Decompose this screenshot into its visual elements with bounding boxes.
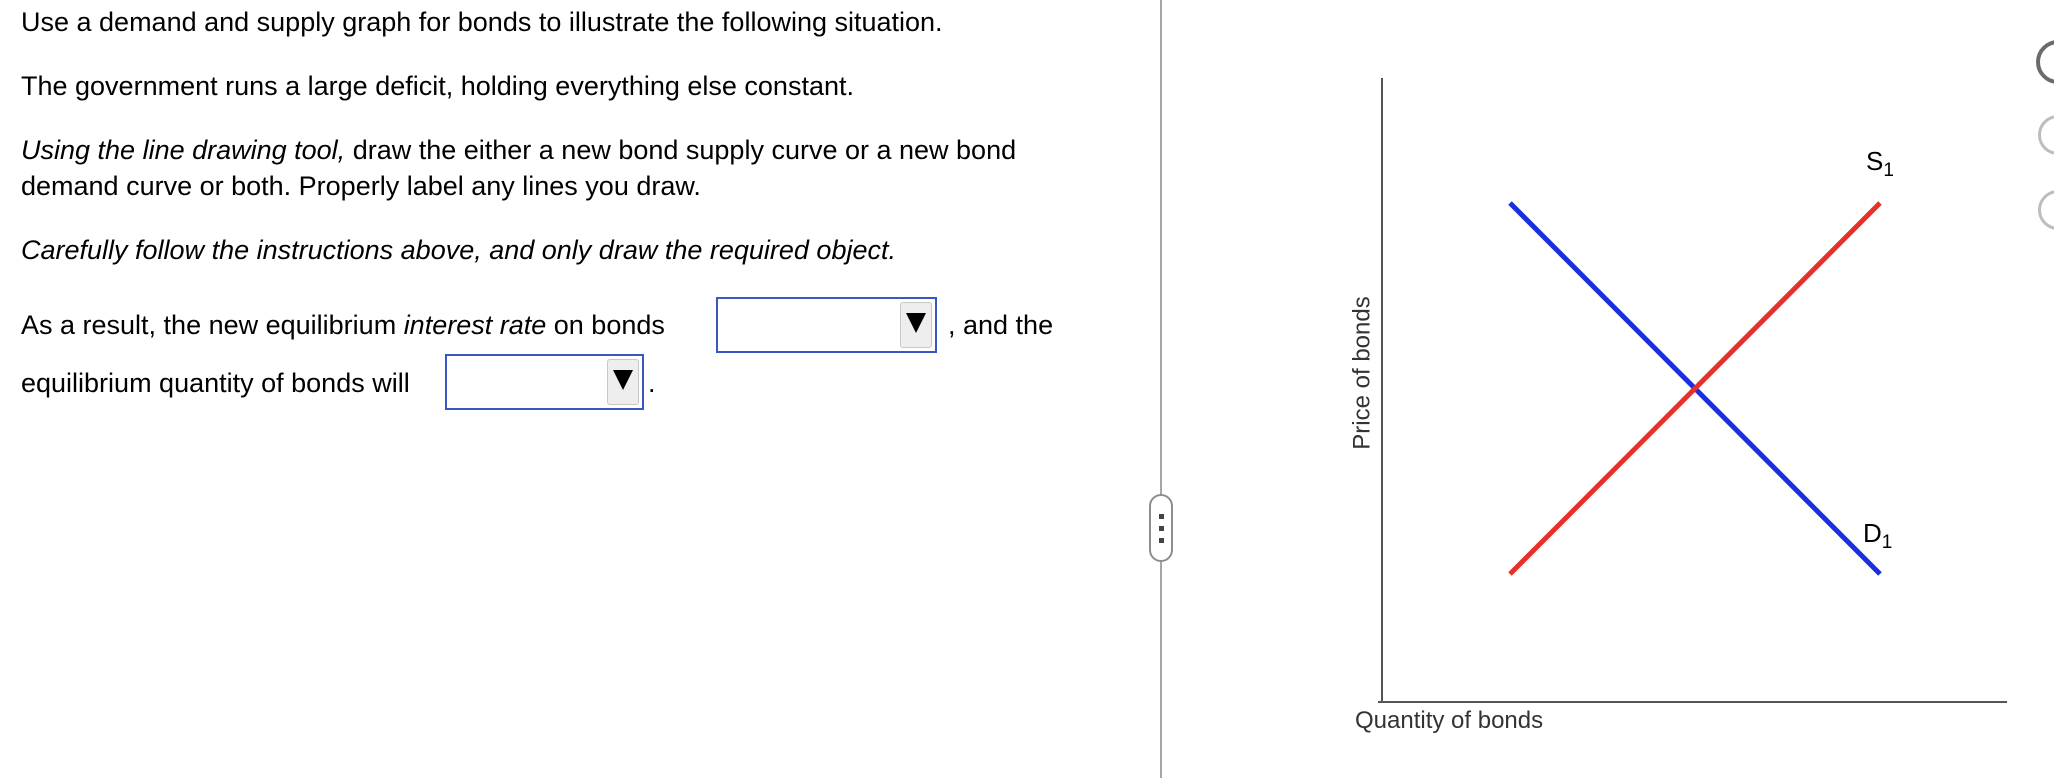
undo-tool-icon[interactable] (2036, 40, 2054, 84)
supply-label-letter: S (1866, 146, 1884, 176)
y-axis-label-text: Price of bonds (1348, 296, 1376, 450)
demand-label-letter: D (1863, 518, 1882, 548)
redo-tool-icon[interactable] (2038, 115, 2054, 155)
caution-text: Carefully follow the instructions above,… (21, 235, 896, 265)
question-intro: Use a demand and supply graph for bonds … (21, 7, 943, 37)
result-prefix: As a result, the new equilibrium (21, 310, 404, 340)
supply-curve-label: S1 (1866, 146, 1894, 182)
dropdown-arrow-icon[interactable] (900, 302, 932, 348)
dropdown-arrow-icon[interactable] (607, 359, 639, 405)
quantity-dropdown[interactable] (445, 354, 644, 410)
reset-tool-icon[interactable] (2038, 190, 2054, 230)
result-interest-rate-text: interest rate (403, 310, 547, 340)
bond-market-graph[interactable] (1162, 0, 2022, 778)
question-instruction-line2: demand curve or both. Properly label any… (21, 171, 701, 201)
result-after-dropdown: , and the (948, 310, 1054, 340)
question-scenario: The government runs a large deficit, hol… (21, 71, 854, 101)
demand-label-subscript: 1 (1881, 532, 1893, 553)
result-suffix: on bonds (546, 310, 665, 340)
supply-label-subscript: 1 (1883, 160, 1894, 181)
page: Use a demand and supply graph for bonds … (0, 0, 2054, 778)
instruction-text: draw the either a new bond supply curve … (345, 135, 1017, 165)
question-instruction: Using the line drawing tool, draw the ei… (21, 132, 1016, 168)
question-caution: Carefully follow the instructions above,… (21, 232, 896, 268)
y-axis-label: Price of bonds (1349, 296, 1377, 449)
x-axis-label: Quantity of bonds (1355, 707, 1544, 734)
interest-rate-dropdown[interactable] (716, 297, 937, 353)
quantity-suffix: . (648, 368, 656, 398)
instruction-tool-text: Using the line drawing tool, (21, 135, 346, 165)
quantity-sentence: equilibrium quantity of bonds will (21, 368, 410, 398)
result-sentence: As a result, the new equilibrium interes… (21, 307, 665, 343)
demand-curve-label: D1 (1863, 518, 1892, 554)
question-panel: Use a demand and supply graph for bonds … (0, 0, 1160, 778)
